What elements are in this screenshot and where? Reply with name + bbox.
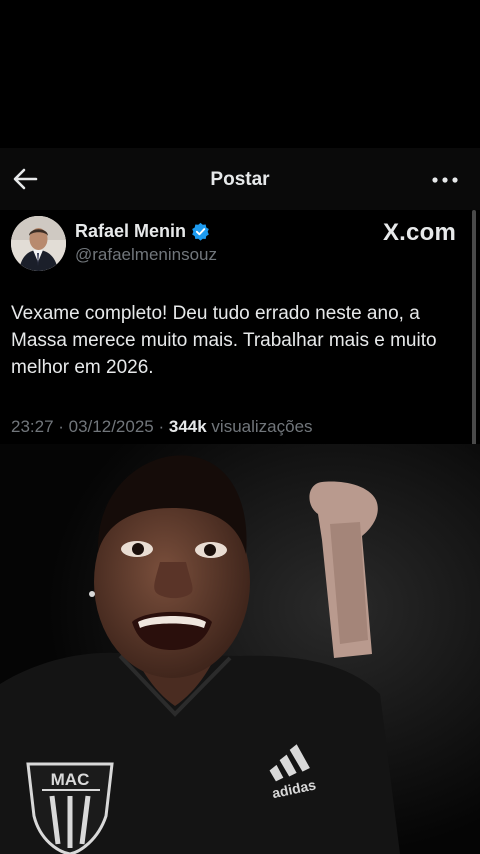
page-title: Postar bbox=[210, 169, 270, 190]
post-text: Vexame completo! Deu tudo errado neste a… bbox=[11, 303, 437, 378]
svg-text:MAC: MAC bbox=[51, 770, 90, 789]
x-com-watermark: X.com bbox=[382, 219, 456, 246]
person-video-frame: MAC adidas bbox=[0, 444, 480, 854]
author-name[interactable]: Rafael Menin bbox=[75, 221, 186, 242]
post-meta: 23:27 · 03/12/2025 · 344k visualizações bbox=[11, 417, 313, 437]
top-black-area bbox=[0, 0, 480, 148]
author-handle[interactable]: @rafaelmeninsouz bbox=[75, 245, 217, 265]
video-overlay[interactable]: MAC adidas bbox=[0, 444, 480, 854]
post-timestamp: 23:27 · 03/12/2025 · bbox=[11, 417, 165, 436]
more-horizontal-icon[interactable] bbox=[432, 177, 458, 183]
views-count: 344k bbox=[168, 417, 207, 436]
views-label: visualizações bbox=[211, 417, 313, 436]
avatar[interactable] bbox=[11, 216, 66, 271]
verified-badge-icon bbox=[192, 222, 209, 241]
top-bar: Postar bbox=[0, 148, 480, 210]
